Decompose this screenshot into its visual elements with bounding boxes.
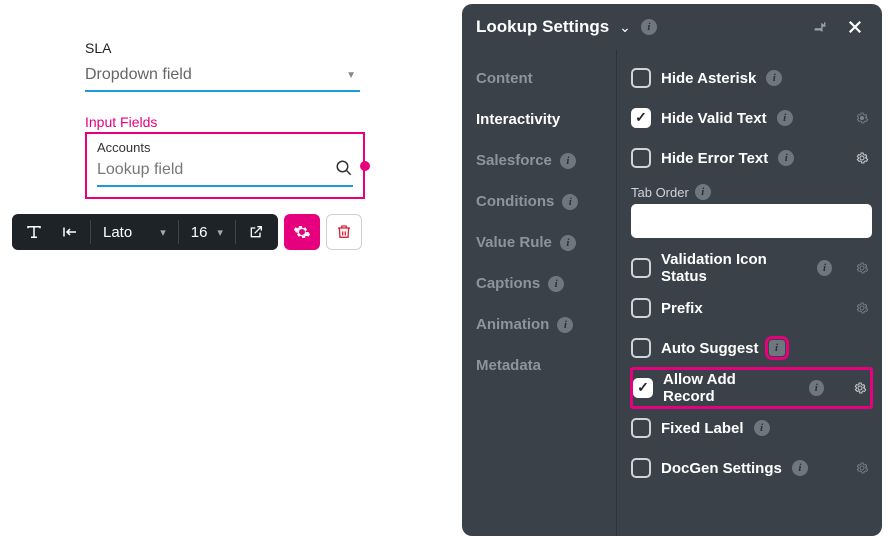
info-icon[interactable]: i — [560, 235, 576, 251]
checkbox-hide-asterisk[interactable] — [631, 68, 651, 88]
option-hide-asterisk: Hide Asterisk i — [631, 58, 872, 98]
label-hide-asterisk: Hide Asterisk — [661, 70, 756, 87]
lookup-placeholder: Lookup field — [97, 161, 183, 178]
tab-order-group: Tab Orderi — [631, 184, 872, 238]
label-auto-suggest: Auto Suggest — [661, 340, 759, 357]
label-validation-icon-status: Validation Icon Status — [661, 251, 807, 285]
toolbar-divider — [235, 220, 236, 244]
checkbox-hide-error-text[interactable] — [631, 148, 651, 168]
checkbox-auto-suggest[interactable] — [631, 338, 651, 358]
sla-dropdown[interactable]: Dropdown field — [85, 60, 360, 92]
chevron-down-icon: ▾ — [160, 226, 166, 239]
tab-captions[interactable]: Captionsi — [462, 263, 616, 304]
tab-interactivity[interactable]: Interactivity — [462, 99, 616, 140]
info-icon[interactable]: i — [778, 150, 794, 166]
toolbar-pill: Lato ▾ 16 ▾ — [12, 214, 278, 250]
label-tab-order: Tab Orderi — [631, 184, 872, 200]
option-validation-icon-status: Validation Icon Status i — [631, 248, 872, 288]
panel-body: Content Interactivity Salesforcei Condit… — [462, 50, 882, 536]
tab-metadata[interactable]: Metadata — [462, 345, 616, 386]
panel-title: Lookup Settings — [476, 17, 609, 37]
selection-handle[interactable] — [360, 161, 370, 171]
info-icon[interactable]: i — [641, 19, 657, 35]
font-name: Lato — [103, 224, 132, 241]
label-docgen-settings: DocGen Settings — [661, 460, 782, 477]
option-prefix: Prefix — [631, 288, 872, 328]
checkbox-docgen-settings[interactable] — [631, 458, 651, 478]
pin-icon[interactable] — [808, 15, 832, 39]
tab-content[interactable]: Content — [462, 58, 616, 99]
outdent-button[interactable] — [52, 214, 88, 250]
info-icon[interactable]: i — [754, 420, 770, 436]
close-icon[interactable] — [842, 14, 868, 40]
info-icon[interactable]: i — [792, 460, 808, 476]
format-toolbar: Lato ▾ 16 ▾ — [12, 214, 362, 250]
panel-header: Lookup Settings ⌄ i — [462, 4, 882, 50]
gear-icon[interactable] — [852, 108, 872, 128]
canvas-area: SLA Dropdown field Input Fields Accounts… — [0, 0, 460, 553]
font-size: 16 — [191, 224, 208, 241]
option-hide-error-text: Hide Error Text i — [631, 138, 872, 178]
gear-icon[interactable] — [850, 378, 870, 398]
panel-tabs: Content Interactivity Salesforcei Condit… — [462, 50, 617, 536]
accounts-label: Accounts — [97, 140, 353, 155]
checkbox-fixed-label[interactable] — [631, 418, 651, 438]
info-icon[interactable]: i — [777, 110, 793, 126]
gear-icon[interactable] — [852, 458, 872, 478]
tab-animation[interactable]: Animationi — [462, 304, 616, 345]
settings-button[interactable] — [284, 214, 320, 250]
label-hide-error-text: Hide Error Text — [661, 150, 768, 167]
size-select[interactable]: 16 ▾ — [181, 214, 233, 250]
gear-icon[interactable] — [852, 298, 872, 318]
delete-button[interactable] — [326, 214, 362, 250]
checkbox-prefix[interactable] — [631, 298, 651, 318]
popout-button[interactable] — [238, 214, 274, 250]
checkbox-validation-icon-status[interactable] — [631, 258, 651, 278]
info-icon[interactable]: i — [769, 340, 785, 356]
tab-value-rule[interactable]: Value Rulei — [462, 222, 616, 263]
label-allow-add-record: Allow Add Record — [663, 371, 789, 405]
option-fixed-label: Fixed Label i — [631, 408, 872, 448]
settings-panel: Lookup Settings ⌄ i Content Interactivit… — [462, 4, 882, 536]
label-hide-valid-text: Hide Valid Text — [661, 110, 767, 127]
label-prefix: Prefix — [661, 300, 703, 317]
sla-placeholder: Dropdown field — [85, 66, 192, 83]
chevron-down-icon: ▾ — [217, 226, 223, 239]
tab-conditions[interactable]: Conditionsi — [462, 181, 616, 222]
options-list: Hide Asterisk i Hide Valid Text i Hide E… — [617, 50, 882, 536]
option-docgen-settings: DocGen Settings i — [631, 448, 872, 488]
tab-order-input[interactable] — [631, 204, 872, 238]
toolbar-divider — [178, 220, 179, 244]
checkbox-allow-add-record[interactable] — [633, 378, 653, 398]
sla-label: SLA — [85, 40, 430, 56]
info-icon[interactable]: i — [809, 380, 825, 396]
search-icon — [335, 159, 353, 177]
info-icon[interactable]: i — [766, 70, 782, 86]
font-select[interactable]: Lato ▾ — [93, 214, 176, 250]
toolbar-divider — [90, 220, 91, 244]
sla-field: SLA Dropdown field — [85, 40, 430, 92]
option-auto-suggest: Auto Suggest i — [631, 328, 872, 368]
chevron-down-icon[interactable]: ⌄ — [619, 19, 631, 36]
gear-icon[interactable] — [852, 258, 872, 278]
info-icon[interactable]: i — [562, 194, 578, 210]
label-fixed-label: Fixed Label — [661, 420, 744, 437]
option-allow-add-record: Allow Add Record i — [631, 368, 872, 408]
gear-icon[interactable] — [852, 148, 872, 168]
info-icon[interactable]: i — [560, 153, 576, 169]
option-hide-valid-text: Hide Valid Text i — [631, 98, 872, 138]
check-icon — [635, 109, 647, 127]
lookup-field-card[interactable]: Accounts Lookup field — [85, 132, 365, 199]
lookup-input[interactable]: Lookup field — [97, 155, 353, 187]
check-icon — [637, 379, 649, 397]
checkbox-hide-valid-text[interactable] — [631, 108, 651, 128]
info-icon[interactable]: i — [548, 276, 564, 292]
info-icon[interactable]: i — [817, 260, 832, 276]
section-label: Input Fields — [85, 114, 430, 130]
info-icon[interactable]: i — [695, 184, 711, 200]
text-style-button[interactable] — [16, 214, 52, 250]
info-icon[interactable]: i — [557, 317, 573, 333]
tab-salesforce[interactable]: Salesforcei — [462, 140, 616, 181]
